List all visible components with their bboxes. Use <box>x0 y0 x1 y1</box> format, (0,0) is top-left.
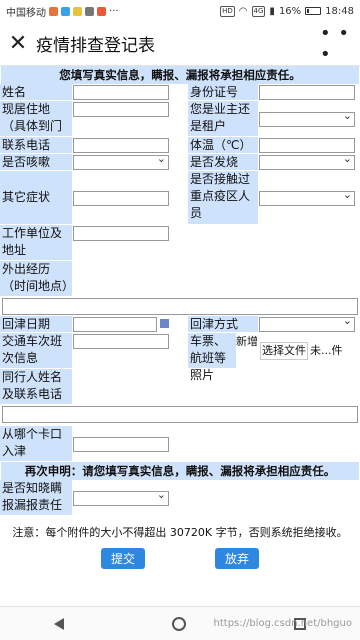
watermark: https://blog.csdn.net/bhguo <box>213 618 352 629</box>
carrier-label: 中国移动 <box>6 7 46 19</box>
checkpoint-input[interactable] <box>73 436 169 452</box>
message-icon <box>85 6 94 16</box>
app-icon <box>97 6 106 16</box>
status-bar: 中国移动 ··· HD ◠ 4G ▮ 16% 18:48 <box>0 0 360 22</box>
owner-select[interactable] <box>259 109 355 127</box>
contact-label: 是否接触过重点疫区人员 <box>188 171 258 224</box>
back-icon[interactable] <box>54 617 64 630</box>
temp-input[interactable] <box>259 138 355 153</box>
home-icon[interactable] <box>172 616 186 631</box>
concealment-select[interactable] <box>73 488 169 506</box>
hd-badge: HD <box>220 5 235 17</box>
id-label: 身份证号 <box>188 84 258 100</box>
temp-label: 体温（℃） <box>188 137 258 153</box>
transport-input[interactable] <box>73 334 169 349</box>
travel-input[interactable] <box>2 298 358 315</box>
name-input[interactable] <box>73 85 169 100</box>
network-badge: 4G <box>251 5 266 17</box>
close-icon[interactable]: ✕ <box>0 22 36 66</box>
concealment-label: 是否知晓瞒报漏报责任 <box>0 480 72 515</box>
title-bar: ✕ 疫情排查登记表 • • • <box>0 22 360 66</box>
file-status: 未...件 <box>310 344 343 357</box>
ticket-new-link[interactable]: 新增 <box>236 333 258 368</box>
phone-input[interactable] <box>73 138 169 153</box>
return-date-label: 回津日期 <box>0 316 72 332</box>
checkpoint-label: 从哪个卡口入津 <box>0 426 72 461</box>
address-input[interactable] <box>73 102 169 117</box>
choose-file-button[interactable]: 选择文件 <box>260 342 308 360</box>
app-icon <box>49 6 58 16</box>
clock: 18:48 <box>325 5 354 17</box>
return-date-input[interactable] <box>73 317 157 332</box>
battery-icon <box>305 7 322 15</box>
notice-top: 您填写真实信息，瞒报、漏报将承担相应责任。 <box>1 66 359 84</box>
companion-input[interactable] <box>2 406 358 423</box>
abandon-button[interactable]: 放弃 <box>215 548 260 569</box>
other-label: 其它症状 <box>0 171 72 224</box>
travel-label: 外出经历（时间地点） <box>0 261 74 296</box>
submit-button[interactable]: 提交 <box>100 548 145 569</box>
calendar-icon[interactable] <box>160 319 169 328</box>
owner-label: 您是业主还是租户 <box>188 101 258 136</box>
app-icon <box>61 6 70 16</box>
more-icon[interactable]: • • • <box>320 22 360 66</box>
return-way-label: 回津方式 <box>188 316 258 332</box>
phone-label: 联系电话 <box>0 137 72 153</box>
other-input[interactable] <box>73 190 169 206</box>
battery-percent: 16% <box>278 5 302 17</box>
work-label: 工作单位及地址 <box>0 225 72 260</box>
contact-select[interactable] <box>259 188 355 206</box>
wifi-icon: ◠ <box>238 5 248 17</box>
fever-label: 是否发烧 <box>188 154 258 170</box>
page-title: 疫情排查登记表 <box>36 36 155 56</box>
companion-label: 同行人姓名及联系电话 <box>0 369 72 404</box>
work-input[interactable] <box>73 226 169 241</box>
return-way-select[interactable] <box>259 314 355 332</box>
fever-select[interactable] <box>259 152 355 170</box>
address-label: 现居住地（具体到门牌号） <box>0 101 72 150</box>
app-icon <box>73 6 82 16</box>
name-label: 姓名 <box>0 84 72 100</box>
id-input[interactable] <box>259 85 355 100</box>
notice-again: 再次申明：请您填写真实信息，瞒报、漏报将承担相应责任。 <box>1 462 359 480</box>
signal-icon: ▮ <box>269 5 275 17</box>
form-container: 您填写真实信息，瞒报、漏报将承担相应责任。 姓名 身份证号 现居住地（具体到门牌… <box>0 66 360 606</box>
ticket-label: 车票、航班等照片 <box>188 333 236 382</box>
cough-label: 是否咳嗽 <box>0 154 72 170</box>
cough-select[interactable] <box>73 152 169 170</box>
more-dots-icon: ··· <box>109 5 119 17</box>
attachment-note: 注意：每个附件的大小不得超出 30720K 字节，否则系统拒绝接收。 <box>12 526 348 539</box>
transport-label: 交通车次班次信息 <box>0 333 72 368</box>
